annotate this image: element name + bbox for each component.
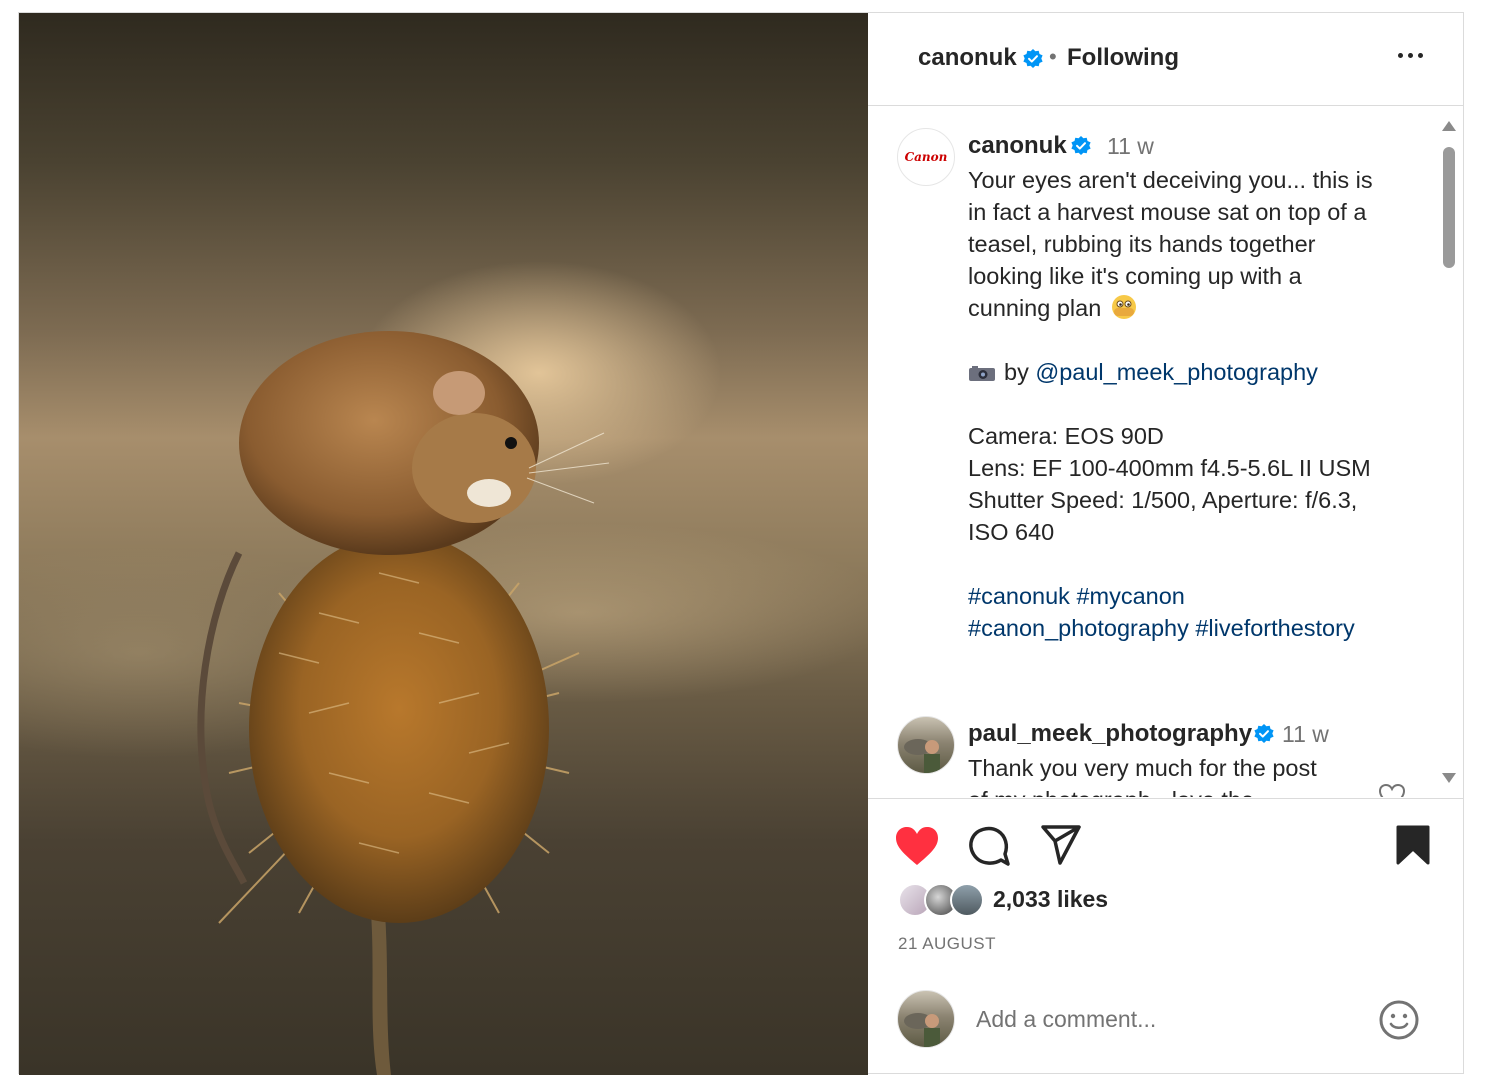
credit-prefix: by: [1004, 359, 1029, 385]
header-separator: •: [1049, 44, 1057, 69]
comment-icon[interactable]: [967, 824, 1011, 868]
share-icon[interactable]: [1039, 824, 1083, 866]
verified-badge-icon: [1254, 724, 1274, 743]
comment-like-heart-icon[interactable]: [1378, 783, 1406, 797]
verified-badge-icon: [1023, 49, 1043, 68]
likes-count[interactable]: 2,033 likes: [993, 886, 1108, 913]
comment-username[interactable]: paul_meek_photography: [968, 720, 1252, 748]
verified-badge-icon: [1071, 136, 1091, 155]
liker-avatar: [950, 883, 984, 917]
post-side-panel: canonuk • Following Canon canonuk 11 w Y…: [868, 13, 1463, 1073]
harvest-mouse-illustration: [197, 331, 610, 1075]
credit-mention-link[interactable]: @paul_meek_photography: [1035, 359, 1318, 385]
post-photo[interactable]: [19, 13, 868, 1075]
commenter-avatar[interactable]: [897, 716, 955, 774]
heart-icon[interactable]: [894, 825, 940, 867]
following-button[interactable]: Following: [1067, 44, 1179, 72]
more-options-icon[interactable]: [1396, 45, 1430, 65]
hashtags[interactable]: #canon_photography #liveforthestory: [968, 612, 1398, 644]
caption-line-last: cunning plan: [968, 292, 1398, 324]
spec-line: Lens: EF 100-400mm f4.5-5.6L II USM: [968, 455, 1371, 481]
comments-scroll-area[interactable]: Canon canonuk 11 w Your eyes aren't dece…: [868, 107, 1463, 797]
caption-line: teasel, rubbing its hands together: [968, 231, 1316, 257]
caption-text: Your eyes aren't deceiving you... this i…: [968, 164, 1398, 644]
comment-line: Thank you very much for the post: [968, 755, 1317, 781]
current-user-photo: [904, 1013, 940, 1047]
scroll-up-arrow[interactable]: [1442, 121, 1456, 131]
current-user-avatar: [897, 990, 955, 1048]
comment-input[interactable]: [976, 999, 1356, 1039]
spec-line: Shutter Speed: 1/500, Aperture: f/6.3,: [968, 487, 1358, 513]
caption-line: Your eyes aren't deceiving you... this i…: [968, 167, 1373, 193]
scroll-thumb[interactable]: [1443, 147, 1455, 268]
author-avatar[interactable]: Canon: [897, 128, 955, 186]
camera-icon: [969, 366, 995, 381]
comment-time[interactable]: 11 w: [1282, 721, 1329, 748]
caption-author[interactable]: canonuk: [968, 132, 1067, 160]
post-date[interactable]: 21 AUGUST: [898, 934, 996, 954]
bookmark-icon[interactable]: [1395, 824, 1431, 866]
post-card: canonuk • Following Canon canonuk 11 w Y…: [18, 12, 1464, 1075]
caption-time[interactable]: 11 w: [1107, 133, 1154, 160]
comment-text: Thank you very much for the post of my p…: [968, 752, 1398, 797]
post-header: canonuk • Following: [868, 13, 1463, 106]
peeking-face-emoji: [1112, 295, 1137, 319]
comment-line: of my photograph - love the: [968, 784, 1398, 797]
header-username[interactable]: canonuk: [918, 44, 1017, 72]
caption-line: in fact a harvest mouse sat on top of a: [968, 199, 1367, 225]
scrollbar[interactable]: [1438, 107, 1460, 797]
emoji-icon[interactable]: [1378, 999, 1420, 1041]
add-comment-bar: [868, 979, 1463, 1059]
caption-line: looking like it's coming up with a: [968, 263, 1302, 289]
caption-line: cunning plan: [968, 295, 1102, 321]
scroll-down-arrow[interactable]: [1442, 773, 1456, 783]
hashtags[interactable]: #canonuk #mycanon: [968, 580, 1398, 612]
photo-credit: by @paul_meek_photography: [968, 356, 1398, 388]
spec-line: ISO 640: [968, 519, 1055, 545]
canon-logo: Canon: [904, 150, 948, 164]
commenter-photo: [904, 739, 940, 773]
spec-line: Camera: EOS 90D: [968, 423, 1164, 449]
post-actions: 2,033 likes 21 AUGUST: [868, 798, 1463, 1073]
